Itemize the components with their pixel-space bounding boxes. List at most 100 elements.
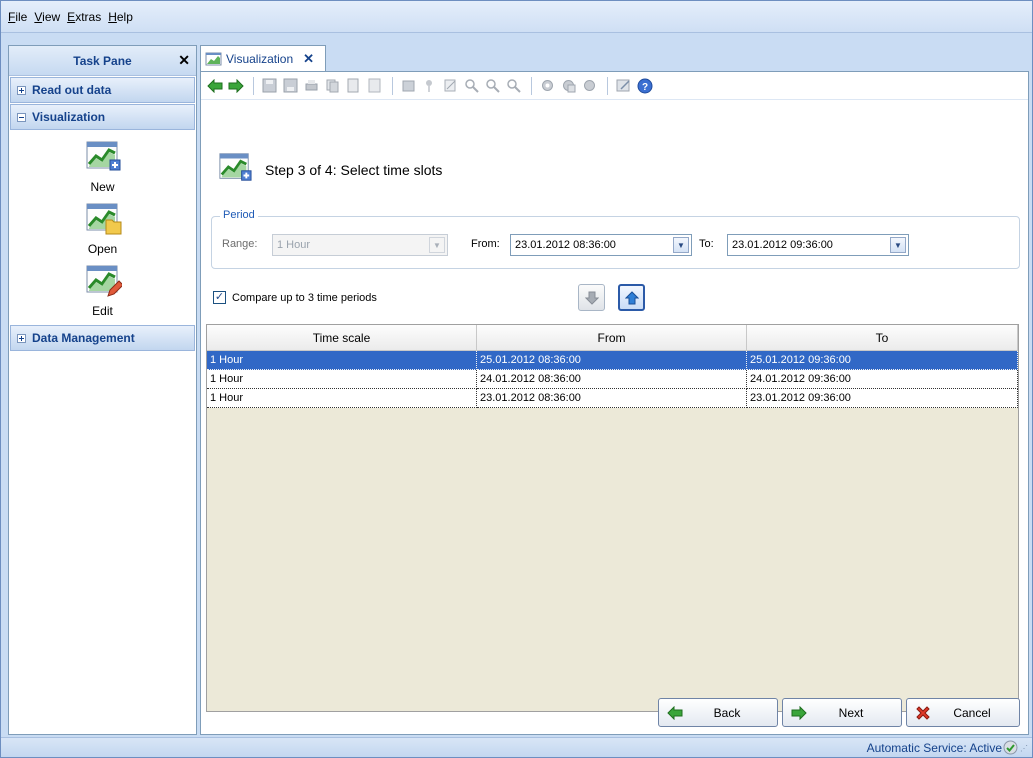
section-label: Visualization bbox=[32, 110, 106, 124]
collapse-icon[interactable] bbox=[17, 112, 26, 122]
print-icon[interactable] bbox=[302, 76, 321, 95]
service-status-text: Automatic Service: Active bbox=[866, 741, 1002, 755]
menu-bar: File View Extras Help bbox=[1, 1, 1032, 33]
move-up-button[interactable] bbox=[618, 284, 645, 311]
properties-icon[interactable] bbox=[399, 76, 418, 95]
tool-label: Edit bbox=[92, 304, 113, 318]
chevron-down-icon: ▼ bbox=[429, 237, 445, 253]
task-pane-header: Task Pane ✕ bbox=[9, 46, 196, 76]
tab-strip: Visualization ✕ bbox=[200, 45, 1029, 71]
resize-grip-icon[interactable]: ⋰ bbox=[1020, 745, 1030, 755]
close-icon[interactable]: ✕ bbox=[178, 52, 190, 69]
edit-window-icon[interactable] bbox=[614, 76, 633, 95]
range-value: 1 Hour bbox=[277, 239, 311, 251]
export-icon[interactable] bbox=[344, 76, 363, 95]
annotate-icon[interactable] bbox=[441, 76, 460, 95]
column-header[interactable]: To bbox=[747, 325, 1018, 350]
toolbar-separator bbox=[253, 76, 254, 95]
next-label: Next bbox=[838, 705, 864, 720]
zoom-out-icon[interactable] bbox=[483, 76, 502, 95]
period-legend: Period bbox=[220, 209, 258, 221]
status-bar: Automatic Service: Active ⋰ bbox=[1, 737, 1032, 757]
cancel-label: Cancel bbox=[953, 705, 991, 720]
arrow-down-icon bbox=[584, 291, 599, 305]
help-icon[interactable]: ? bbox=[635, 76, 654, 95]
tool-label: Open bbox=[87, 242, 118, 256]
tab-visualization[interactable]: Visualization ✕ bbox=[200, 45, 326, 71]
document-icon[interactable] bbox=[365, 76, 384, 95]
section-data-management[interactable]: Data Management bbox=[10, 325, 195, 351]
toolbar-separator bbox=[392, 76, 393, 95]
toolbar: ? bbox=[201, 72, 1028, 100]
settings-table-icon[interactable] bbox=[559, 76, 578, 95]
column-header[interactable]: From bbox=[477, 325, 747, 350]
range-label: Range: bbox=[222, 238, 258, 250]
back-arrow-icon bbox=[667, 705, 685, 720]
step-title: Step 3 of 4: Select time slots bbox=[265, 162, 443, 178]
tool-open[interactable]: Open bbox=[84, 200, 122, 256]
table-cell: 1 Hour bbox=[207, 389, 477, 408]
zoom-reset-icon[interactable] bbox=[504, 76, 523, 95]
cancel-x-icon bbox=[915, 705, 933, 721]
arrow-up-icon bbox=[624, 290, 639, 304]
chevron-down-icon[interactable]: ▼ bbox=[673, 237, 689, 253]
menu-file[interactable]: File bbox=[8, 10, 27, 24]
column-header[interactable]: Time scale bbox=[207, 325, 477, 350]
forward-arrow-icon[interactable] bbox=[226, 76, 245, 95]
to-value: 23.01.2012 09:36:00 bbox=[732, 239, 833, 251]
expand-icon[interactable] bbox=[17, 85, 26, 95]
next-arrow-icon bbox=[791, 705, 809, 720]
status-ok-icon bbox=[1003, 740, 1018, 755]
back-arrow-icon[interactable] bbox=[205, 76, 224, 95]
compare-checkbox[interactable]: ✓ bbox=[213, 291, 226, 304]
time-slots-table: Time scale From To 1 Hour 25.01.2012 08:… bbox=[206, 324, 1019, 712]
expand-icon[interactable] bbox=[17, 333, 26, 343]
settings-icon[interactable] bbox=[538, 76, 557, 95]
menu-view[interactable]: View bbox=[34, 10, 60, 24]
save-as-icon[interactable] bbox=[281, 76, 300, 95]
range-select[interactable]: 1 Hour ▼ bbox=[272, 234, 448, 256]
menu-extras[interactable]: Extras bbox=[67, 10, 101, 24]
chart-icon bbox=[205, 52, 222, 65]
pin-icon[interactable] bbox=[420, 76, 439, 95]
section-visualization[interactable]: Visualization bbox=[10, 104, 195, 130]
to-datetime-picker[interactable]: 23.01.2012 09:36:00 ▼ bbox=[727, 234, 909, 256]
toolbar-separator bbox=[607, 76, 608, 95]
table-row[interactable]: 1 Hour 23.01.2012 08:36:00 23.01.2012 09… bbox=[207, 389, 1018, 408]
toolbar-separator bbox=[531, 76, 532, 95]
next-button[interactable]: Next bbox=[782, 698, 902, 727]
menu-help[interactable]: Help bbox=[108, 10, 133, 24]
task-pane-title: Task Pane bbox=[73, 53, 132, 68]
tool-label: New bbox=[90, 180, 115, 194]
from-datetime-picker[interactable]: 23.01.2012 08:36:00 ▼ bbox=[510, 234, 692, 256]
section-label: Data Management bbox=[32, 331, 135, 345]
table-row[interactable]: 1 Hour 25.01.2012 08:36:00 25.01.2012 09… bbox=[207, 351, 1018, 370]
from-label: From: bbox=[471, 238, 500, 250]
move-down-button[interactable] bbox=[578, 284, 605, 311]
section-read-out-data[interactable]: Read out data bbox=[10, 77, 195, 103]
table-row[interactable]: 1 Hour 24.01.2012 08:36:00 24.01.2012 09… bbox=[207, 370, 1018, 389]
from-value: 23.01.2012 08:36:00 bbox=[515, 239, 616, 251]
table-cell: 23.01.2012 09:36:00 bbox=[747, 389, 1018, 408]
main-area: Visualization ✕ ? Step 3 of 4: Select ti… bbox=[200, 45, 1029, 735]
save-icon[interactable] bbox=[260, 76, 279, 95]
svg-text:?: ? bbox=[641, 82, 647, 93]
table-cell: 1 Hour bbox=[207, 370, 477, 389]
back-button[interactable]: Back bbox=[658, 698, 778, 727]
tool-edit[interactable]: Edit bbox=[84, 262, 122, 318]
table-cell: 23.01.2012 08:36:00 bbox=[477, 389, 747, 408]
tab-label: Visualization bbox=[226, 51, 294, 66]
cancel-button[interactable]: Cancel bbox=[906, 698, 1020, 727]
period-group: Period Range: 1 Hour ▼ From: 23.01.2012 … bbox=[211, 209, 1020, 269]
task-pane: Task Pane ✕ Read out data Visualization … bbox=[8, 45, 197, 735]
chart-open-icon bbox=[86, 203, 121, 235]
wizard-content: ? Step 3 of 4: Select time slots Period … bbox=[200, 71, 1029, 735]
zoom-in-icon[interactable] bbox=[462, 76, 481, 95]
chart-edit-icon bbox=[86, 265, 122, 297]
table-header: Time scale From To bbox=[207, 325, 1018, 351]
chevron-down-icon[interactable]: ▼ bbox=[890, 237, 906, 253]
tool-new[interactable]: New bbox=[84, 138, 122, 194]
copy-icon[interactable] bbox=[323, 76, 342, 95]
tab-close-icon[interactable]: ✕ bbox=[303, 51, 314, 67]
settings-alt-icon[interactable] bbox=[580, 76, 599, 95]
